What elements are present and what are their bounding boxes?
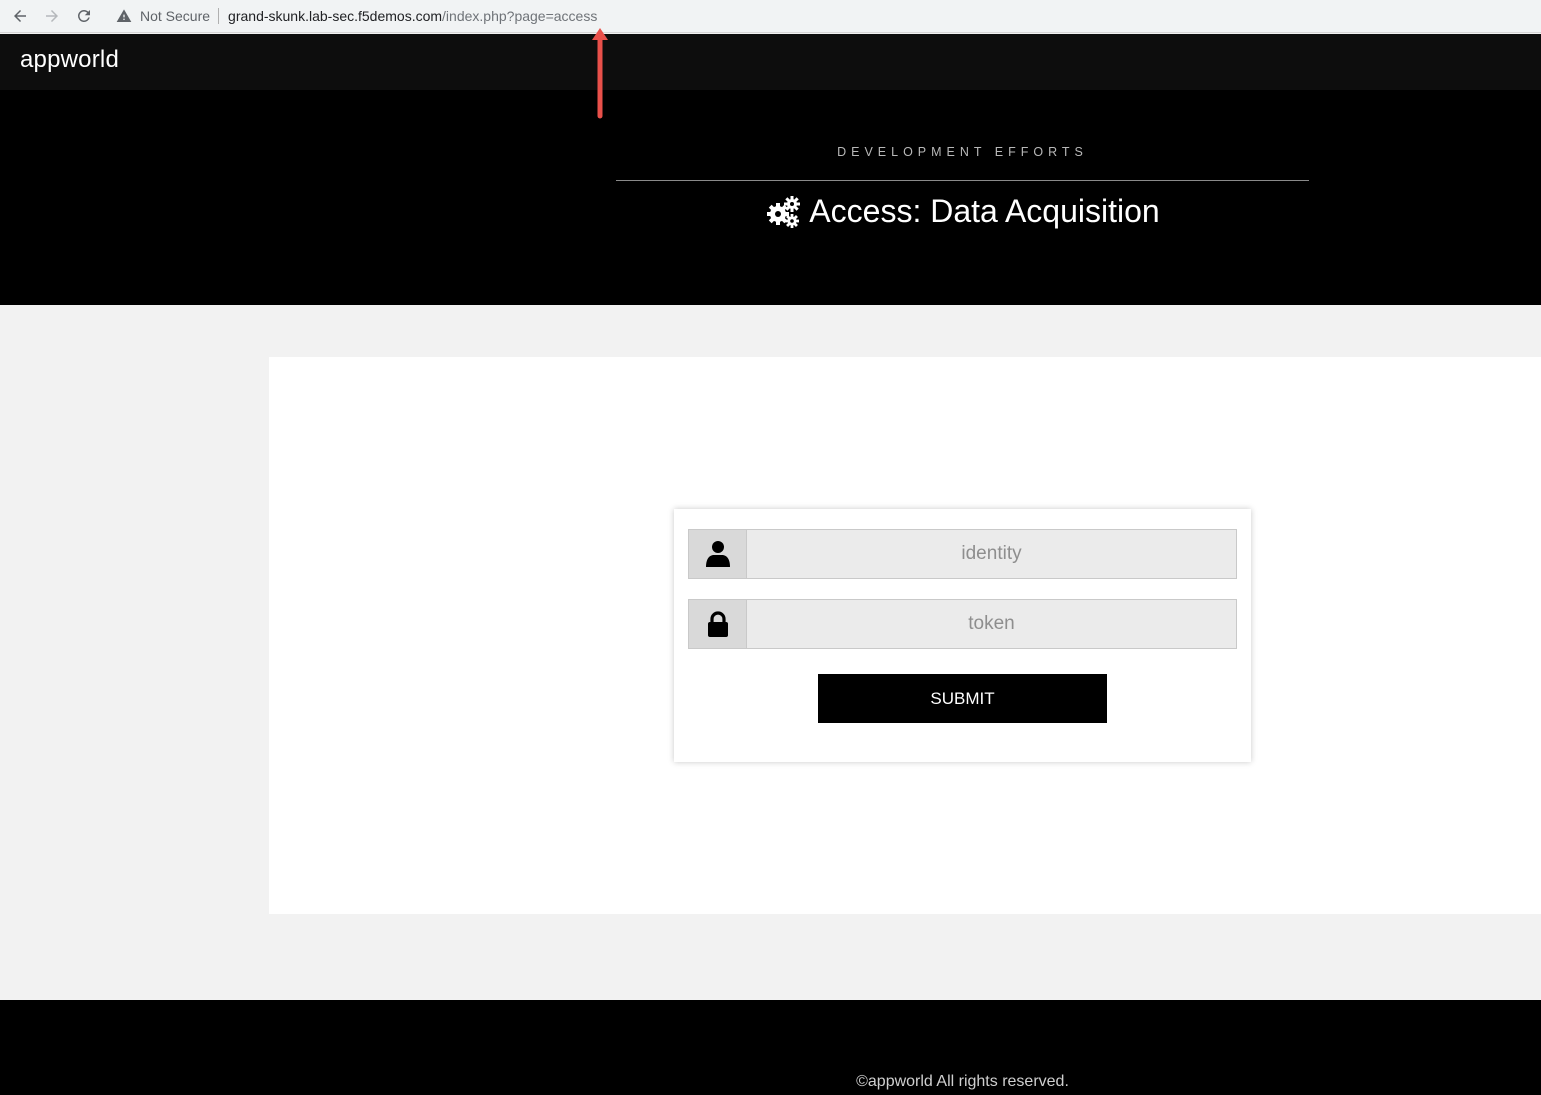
hero-divider <box>616 180 1309 181</box>
url-path: /index.php?page=access <box>442 8 598 24</box>
brand-logo[interactable]: appworld <box>20 46 119 74</box>
arrow-right-icon <box>46 10 58 22</box>
annotation-arrow-icon <box>592 28 608 119</box>
user-icon <box>705 541 730 567</box>
back-button[interactable] <box>8 4 32 28</box>
browser-toolbar: Not Secure grand-skunk.lab-sec.f5demos.c… <box>0 0 1541 33</box>
warning-icon <box>116 9 132 22</box>
site-footer: ©appworld All rights reserved. <box>0 1000 1541 1095</box>
url-separator <box>218 8 220 24</box>
lock-icon <box>707 611 728 637</box>
address-bar[interactable]: Not Secure grand-skunk.lab-sec.f5demos.c… <box>106 2 1541 30</box>
arrow-left-icon <box>14 10 26 22</box>
access-form-card: SUBMIT <box>674 509 1251 762</box>
token-field-group <box>688 599 1237 649</box>
page-title: Access: Data Acquisition <box>616 193 1309 230</box>
token-input[interactable] <box>746 599 1237 649</box>
url-host: grand-skunk.lab-sec.f5demos.com <box>228 8 443 24</box>
reload-button[interactable] <box>72 4 96 28</box>
identity-field-group <box>688 529 1237 579</box>
page-title-text: Access: Data Acquisition <box>809 193 1160 229</box>
reload-icon <box>77 9 90 22</box>
token-addon <box>688 599 746 649</box>
copyright-text: ©appworld All rights reserved. <box>856 1073 1069 1090</box>
gears-icon <box>767 195 801 228</box>
forward-button[interactable] <box>40 4 64 28</box>
identity-addon <box>688 529 746 579</box>
hero-kicker: DEVELOPMENT EFFORTS <box>837 145 1088 159</box>
hero-section: DEVELOPMENT EFFORTS Access: Data Acquisi… <box>0 90 1541 305</box>
identity-input[interactable] <box>746 529 1237 579</box>
submit-button[interactable]: SUBMIT <box>818 674 1107 723</box>
security-status[interactable]: Not Secure <box>140 8 210 24</box>
site-navbar: appworld <box>0 34 1541 90</box>
